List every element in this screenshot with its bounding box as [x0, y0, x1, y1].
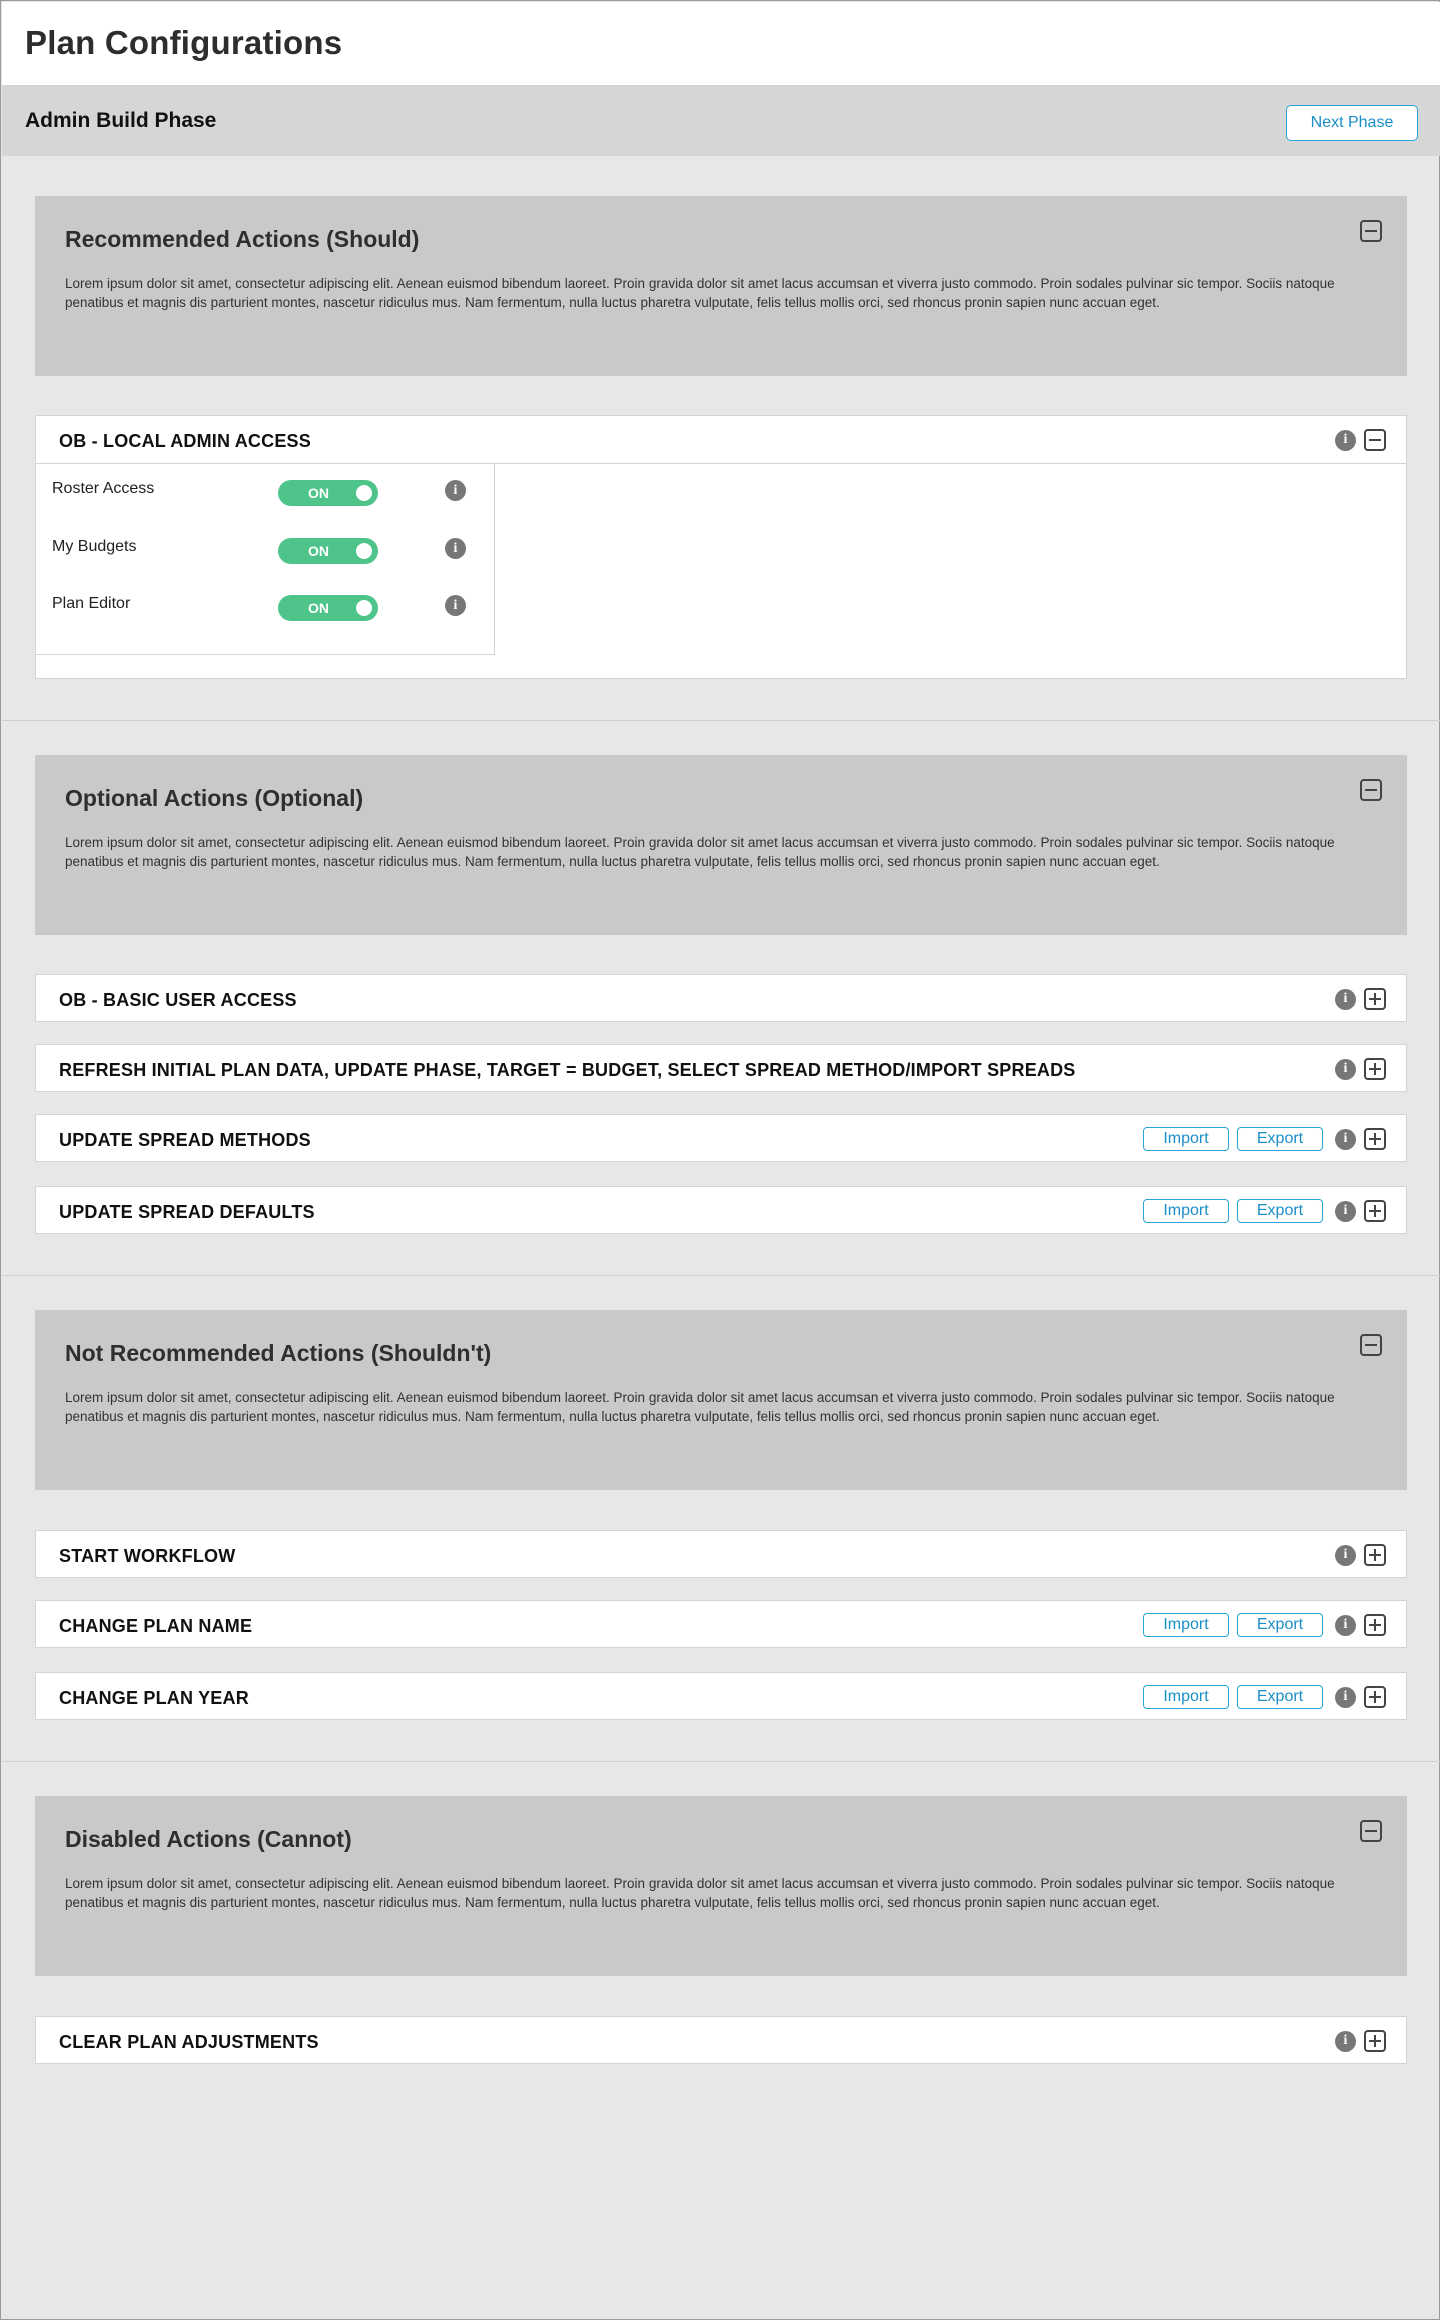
collapse-icon[interactable] [1360, 779, 1382, 801]
action-controls: Import Export i [1143, 1613, 1386, 1637]
action-title: START WORKFLOW [59, 1546, 236, 1566]
action-title: OB - LOCAL ADMIN ACCESS [59, 431, 311, 451]
setting-label: Roster Access [52, 480, 155, 497]
action-row-change-plan-name[interactable]: CHANGE PLAN NAME Import Export i [35, 1600, 1407, 1648]
info-icon[interactable]: i [445, 480, 466, 501]
action-row-start-workflow[interactable]: START WORKFLOW i [35, 1530, 1407, 1578]
category-recommended: Recommended Actions (Should) Lorem ipsum… [35, 196, 1407, 376]
action-row-basic-user-access[interactable]: OB - BASIC USER ACCESS i [35, 974, 1407, 1022]
action-row-update-spread-defaults[interactable]: UPDATE SPREAD DEFAULTS Import Export i [35, 1186, 1407, 1234]
export-button[interactable]: Export [1237, 1613, 1323, 1637]
action-controls: i [1335, 1057, 1386, 1081]
collapse-icon[interactable] [1360, 220, 1382, 242]
export-button[interactable]: Export [1237, 1199, 1323, 1223]
action-controls: i [1335, 2029, 1386, 2053]
phase-bar: Admin Build Phase Next Phase [2, 86, 1440, 156]
info-icon[interactable]: i [445, 538, 466, 559]
category-title: Optional Actions (Optional) [65, 785, 364, 811]
action-controls: i [1335, 987, 1386, 1011]
info-icon[interactable]: i [1335, 2030, 1356, 2052]
info-icon[interactable]: i [1335, 1058, 1356, 1080]
action-title: CLEAR PLAN ADJUSTMENTS [59, 2032, 319, 2052]
setting-row-roster-access: Roster Access ON i [36, 470, 495, 510]
expand-icon[interactable] [1364, 1614, 1386, 1636]
export-button[interactable]: Export [1237, 1685, 1323, 1709]
import-button[interactable]: Import [1143, 1685, 1229, 1709]
category-description: Lorem ipsum dolor sit amet, consectetur … [65, 1876, 1335, 1910]
action-title: UPDATE SPREAD DEFAULTS [59, 1202, 315, 1222]
toggle-state: ON [308, 485, 329, 501]
roster-access-toggle[interactable]: ON [278, 480, 378, 506]
info-icon[interactable]: i [1335, 1128, 1356, 1150]
category-not-recommended: Not Recommended Actions (Shouldn't) Lore… [35, 1310, 1407, 1490]
setting-label: Plan Editor [52, 595, 131, 612]
action-row-change-plan-year[interactable]: CHANGE PLAN YEAR Import Export i [35, 1672, 1407, 1720]
expand-icon[interactable] [1364, 988, 1386, 1010]
expand-icon[interactable] [1364, 1058, 1386, 1080]
expand-icon[interactable] [1364, 2030, 1386, 2052]
action-row-update-spread-methods[interactable]: UPDATE SPREAD METHODS Import Export i [35, 1114, 1407, 1162]
setting-row-plan-editor: Plan Editor ON i [36, 585, 495, 625]
toggle-knob [356, 543, 372, 559]
category-description: Lorem ipsum dolor sit amet, consectetur … [65, 1390, 1335, 1424]
expand-icon[interactable] [1364, 1200, 1386, 1222]
action-row-refresh-initial-plan-data[interactable]: REFRESH INITIAL PLAN DATA, UPDATE PHASE,… [35, 1044, 1407, 1092]
action-row-clear-plan-adjustments[interactable]: CLEAR PLAN ADJUSTMENTS i [35, 2016, 1407, 2064]
section-divider [2, 720, 1440, 721]
app-frame: Plan Configurations Admin Build Phase Ne… [0, 0, 1440, 2320]
collapse-icon[interactable] [1360, 1334, 1382, 1356]
collapse-icon[interactable] [1364, 429, 1386, 451]
action-card-local-admin-access: OB - LOCAL ADMIN ACCESS i Roster Access … [35, 415, 1407, 679]
action-controls: Import Export i [1143, 1685, 1386, 1709]
action-controls: i [1335, 1543, 1386, 1567]
action-title: CHANGE PLAN NAME [59, 1616, 253, 1636]
toggle-state: ON [308, 543, 329, 559]
category-title: Not Recommended Actions (Shouldn't) [65, 1340, 492, 1366]
plan-editor-toggle[interactable]: ON [278, 595, 378, 621]
action-title: OB - BASIC USER ACCESS [59, 990, 297, 1010]
toggle-knob [356, 600, 372, 616]
category-description: Lorem ipsum dolor sit amet, consectetur … [65, 835, 1335, 869]
info-icon[interactable]: i [1335, 1544, 1356, 1566]
expand-icon[interactable] [1364, 1544, 1386, 1566]
info-icon[interactable]: i [1335, 1200, 1356, 1222]
category-description: Lorem ipsum dolor sit amet, consectetur … [65, 276, 1335, 310]
toggle-state: ON [308, 600, 329, 616]
export-button[interactable]: Export [1237, 1127, 1323, 1151]
setting-label: My Budgets [52, 538, 137, 555]
action-header[interactable]: OB - LOCAL ADMIN ACCESS i [36, 416, 1406, 464]
section-divider [2, 1275, 1440, 1276]
category-title: Disabled Actions (Cannot) [65, 1826, 352, 1852]
info-icon[interactable]: i [445, 595, 466, 616]
import-button[interactable]: Import [1143, 1127, 1229, 1151]
expand-icon[interactable] [1364, 1686, 1386, 1708]
settings-panel: Roster Access ON i My Budgets ON i Plan … [36, 464, 495, 655]
phase-title: Admin Build Phase [25, 109, 217, 132]
info-icon[interactable]: i [1335, 988, 1356, 1010]
action-title: CHANGE PLAN YEAR [59, 1688, 249, 1708]
info-icon[interactable]: i [1335, 1686, 1356, 1708]
section-divider [2, 1761, 1440, 1762]
action-controls: Import Export i [1143, 1127, 1386, 1151]
import-button[interactable]: Import [1143, 1199, 1229, 1223]
action-title: REFRESH INITIAL PLAN DATA, UPDATE PHASE,… [59, 1060, 1076, 1080]
next-phase-button[interactable]: Next Phase [1286, 105, 1418, 141]
action-title: UPDATE SPREAD METHODS [59, 1130, 311, 1150]
info-icon[interactable]: i [1335, 1614, 1356, 1636]
page-header: Plan Configurations [2, 2, 1440, 86]
category-optional: Optional Actions (Optional) Lorem ipsum … [35, 755, 1407, 935]
setting-row-my-budgets: My Budgets ON i [36, 528, 495, 568]
info-icon[interactable]: i [1335, 429, 1356, 451]
expand-icon[interactable] [1364, 1128, 1386, 1150]
collapse-icon[interactable] [1360, 1820, 1382, 1842]
category-disabled: Disabled Actions (Cannot) Lorem ipsum do… [35, 1796, 1407, 1976]
category-title: Recommended Actions (Should) [65, 226, 420, 252]
page-title: Plan Configurations [25, 24, 343, 61]
import-button[interactable]: Import [1143, 1613, 1229, 1637]
toggle-knob [356, 485, 372, 501]
action-controls: i [1335, 428, 1386, 452]
action-controls: Import Export i [1143, 1199, 1386, 1223]
my-budgets-toggle[interactable]: ON [278, 538, 378, 564]
